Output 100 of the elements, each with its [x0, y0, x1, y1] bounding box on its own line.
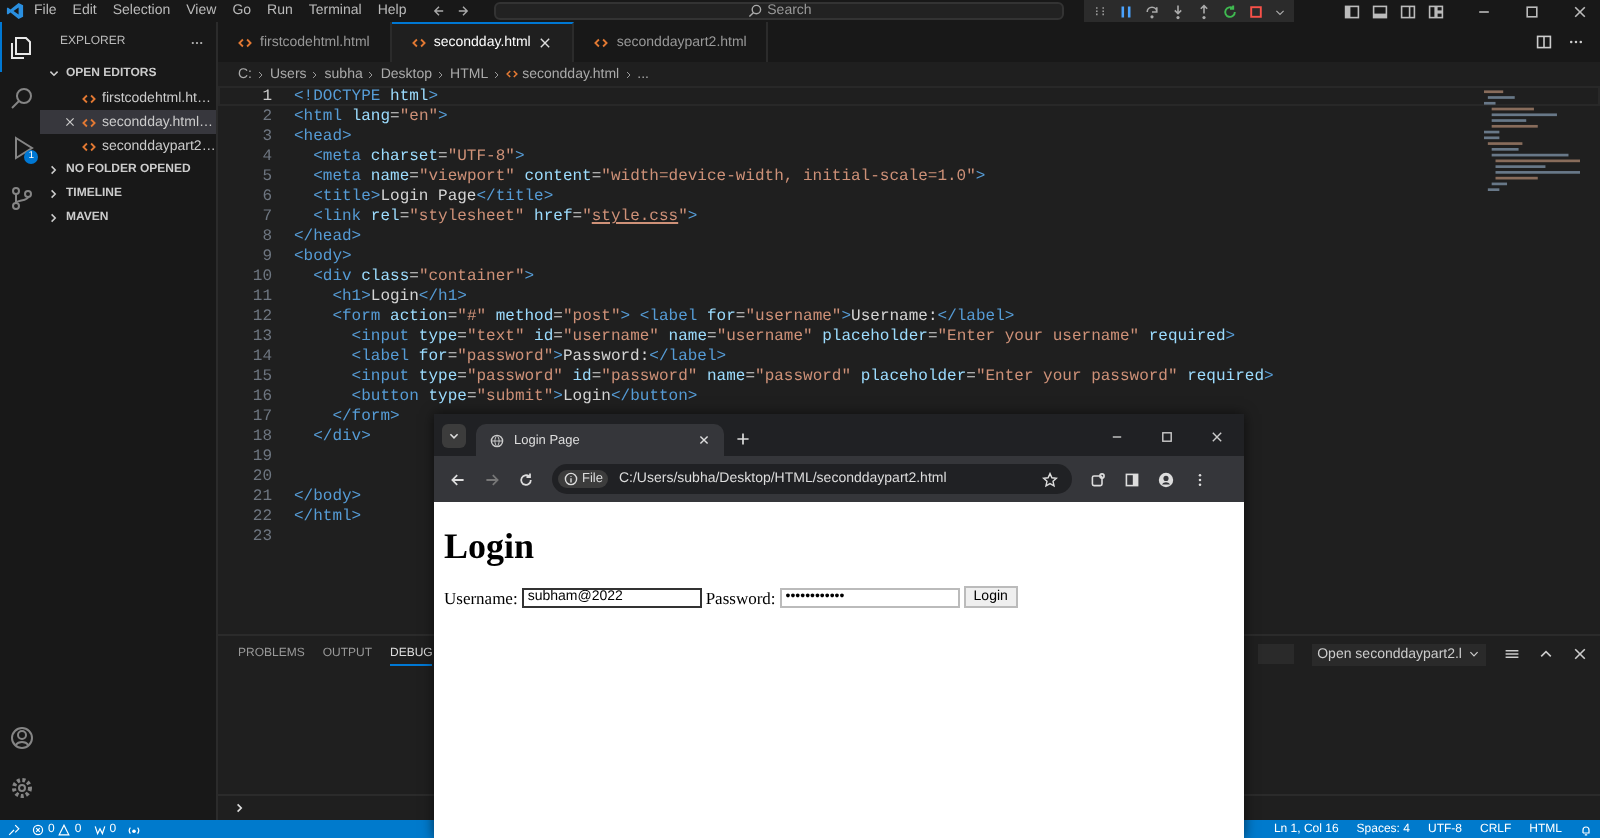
code-line: <html lang="en"> [294, 108, 448, 124]
code-line: <head> [294, 128, 352, 144]
line-number: 3 [260, 128, 274, 144]
code-line: </body> [294, 488, 362, 504]
close-icon[interactable] [1572, 646, 1588, 662]
username-label: Username: [444, 587, 518, 607]
line-number: 7 [260, 208, 274, 224]
restart-icon[interactable] [1222, 3, 1239, 19]
code-line: </div> [311, 428, 371, 444]
html-file-icon [411, 36, 426, 50]
side-panel-icon[interactable] [1124, 471, 1140, 487]
line-number: 23 [250, 528, 274, 544]
pause-icon[interactable] [1118, 3, 1135, 19]
code-line: <!DOCTYPE html> [294, 88, 439, 104]
chevron-icon [234, 802, 246, 814]
stop-icon[interactable] [1248, 3, 1265, 19]
code-line: <meta name="viewport" content="width=device-width, initial-scale=1.0"> [311, 168, 986, 184]
code-line: <div class="container"> [311, 268, 535, 284]
chevron-down-icon [1468, 648, 1480, 660]
code-line: <button type="submit">Login</button> [349, 388, 698, 404]
new-tab-icon[interactable] [736, 432, 750, 446]
html-file-icon [506, 68, 519, 80]
maximize-icon[interactable] [1160, 430, 1174, 444]
globe-icon [490, 433, 504, 447]
line-number: 13 [250, 328, 274, 344]
html-file-icon [82, 91, 96, 105]
settings-icon[interactable] [9, 775, 33, 799]
maximize-icon[interactable] [1524, 3, 1540, 19]
html-file-icon [594, 35, 609, 49]
code-line: <label for="password">Password:</label> [349, 348, 727, 364]
run-debug-icon [9, 135, 33, 159]
code-line: <body> [294, 248, 352, 264]
profile-icon[interactable] [1158, 471, 1174, 487]
code-line: <input type="text" id="username" name="username" placeholder="Enter your username" required> [349, 328, 1236, 344]
line-number: 6 [260, 188, 274, 204]
secondary-sidebar-icon[interactable] [1400, 3, 1416, 19]
search-icon [747, 4, 762, 18]
line-number: 10 [250, 268, 274, 284]
close-icon[interactable] [538, 36, 553, 50]
close-icon[interactable] [1572, 3, 1588, 19]
html-file-icon [82, 115, 96, 129]
code-line: <title>Login Page</title> [311, 188, 554, 204]
layout-grid-icon[interactable] [1428, 3, 1444, 19]
sidebar-layout-icon[interactable] [1344, 3, 1360, 19]
files-icon [9, 35, 33, 59]
source-control-icon [9, 185, 33, 209]
close-icon[interactable] [64, 116, 76, 128]
back-arrow-icon[interactable] [432, 4, 447, 18]
chevron-up-icon[interactable] [1538, 646, 1554, 662]
line-number: 1 [260, 88, 274, 104]
page-heading: Login [444, 526, 537, 568]
code-line: </html> [294, 508, 362, 524]
caret-icon[interactable] [1274, 5, 1287, 17]
vscode-logo-icon [6, 2, 24, 20]
line-number: 22 [250, 508, 274, 524]
code-line: <h1>Login</h1> [330, 288, 467, 304]
panel-layout-icon[interactable] [1372, 3, 1388, 19]
html-file-icon [82, 139, 96, 153]
line-number: 5 [260, 168, 274, 184]
reload-icon[interactable] [518, 471, 534, 487]
line-number: 21 [250, 488, 274, 504]
broadcast-icon[interactable] [128, 823, 141, 835]
account-icon[interactable] [9, 725, 33, 749]
code-line: </head> [294, 228, 362, 244]
search-icon [9, 85, 33, 109]
code-line: </form> [330, 408, 400, 424]
extensions-icon[interactable] [1090, 471, 1106, 487]
line-number: 9 [260, 248, 274, 264]
star-icon[interactable] [1042, 471, 1058, 487]
close-icon[interactable] [698, 434, 710, 446]
line-number: 11 [250, 288, 274, 304]
line-number: 15 [250, 368, 274, 384]
ports-icon[interactable] [93, 823, 106, 835]
line-number: 18 [250, 428, 274, 444]
step-into-icon[interactable] [1170, 3, 1187, 19]
line-number: 8 [260, 228, 274, 244]
step-over-icon[interactable] [1144, 3, 1161, 19]
remote-icon[interactable] [8, 823, 20, 835]
line-number: 16 [250, 388, 274, 404]
forward-arrow-icon[interactable] [456, 4, 471, 18]
warning-icon [58, 823, 71, 835]
close-icon[interactable] [1210, 430, 1224, 444]
bell-icon[interactable] [1580, 823, 1592, 835]
html-file-icon [238, 35, 252, 49]
code-line: <form action="#" method="post"> <label for="username">Username:</label> [330, 308, 1015, 324]
step-out-icon[interactable] [1196, 3, 1213, 19]
info-icon [564, 472, 578, 486]
code-line: <link rel="stylesheet" href="style.css"> [311, 208, 698, 224]
line-number: 19 [250, 448, 274, 464]
chevron-down-icon [448, 430, 460, 442]
list-icon[interactable] [1504, 646, 1520, 662]
code-line: <meta charset="UTF-8"> [311, 148, 525, 164]
line-number: 2 [260, 108, 274, 124]
split-editor-icon[interactable] [1536, 34, 1552, 50]
drag-handle-icon[interactable] [1092, 3, 1109, 19]
tab-search-button[interactable] [442, 424, 466, 448]
minimize-icon[interactable] [1110, 430, 1124, 444]
password-label: Password: [705, 587, 776, 607]
line-number: 4 [260, 148, 274, 164]
line-number: 20 [250, 468, 274, 484]
